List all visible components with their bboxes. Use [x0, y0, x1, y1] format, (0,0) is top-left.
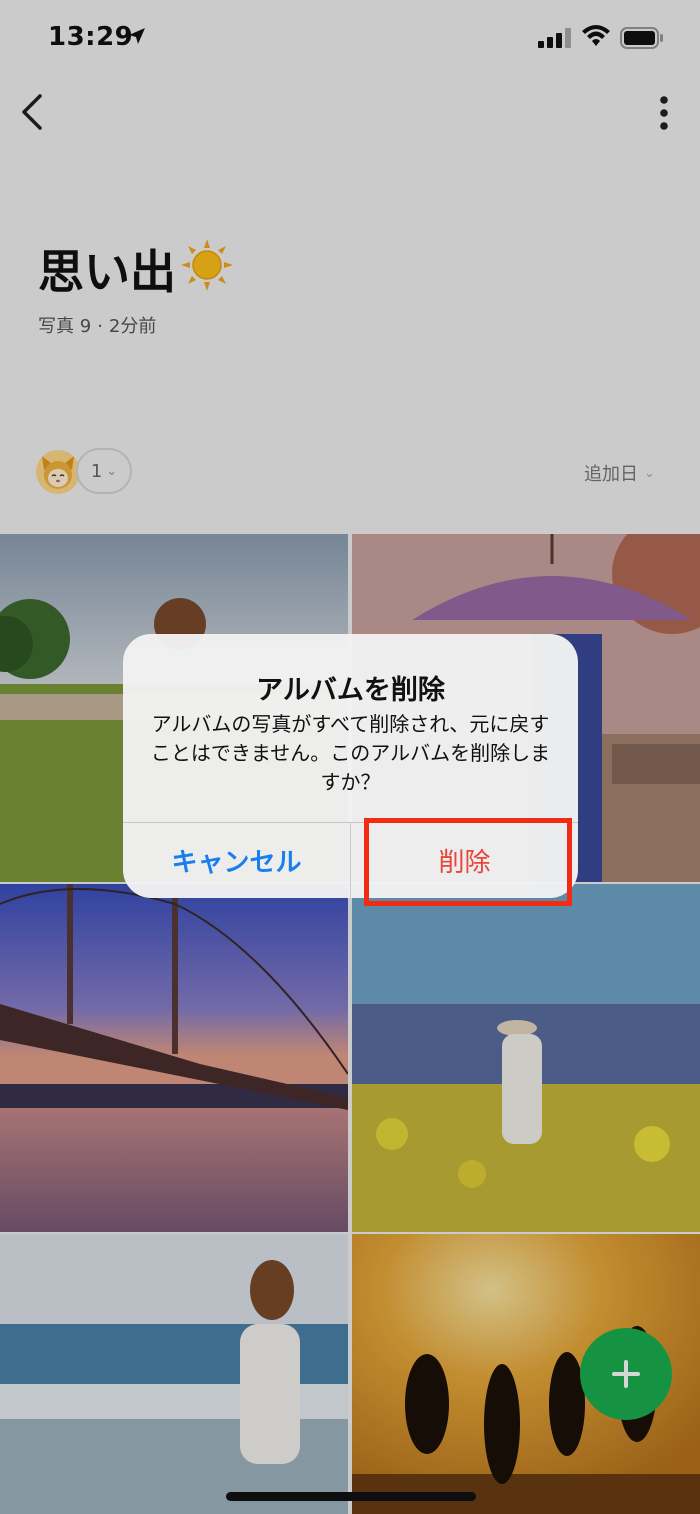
dialog-title: アルバムを削除: [256, 675, 445, 706]
cancel-button[interactable]: キャンセル: [123, 823, 350, 898]
dialog-message: アルバムの写真がすべて削除され、元に戻すことはできません。このアルバムを削除しま…: [150, 712, 551, 794]
highlight-annotation: [364, 818, 572, 906]
